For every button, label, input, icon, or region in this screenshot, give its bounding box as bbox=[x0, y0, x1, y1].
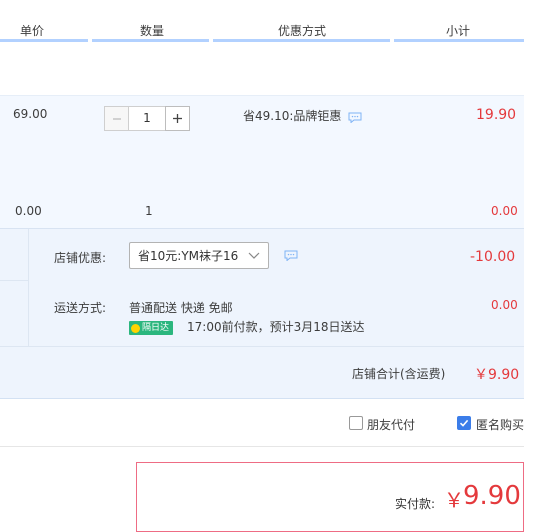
payment-currency: ￥ bbox=[444, 488, 464, 512]
message-bubble-icon[interactable] bbox=[348, 112, 362, 123]
payment-label: 实付款: bbox=[395, 497, 436, 511]
header-unit-price: 单价 bbox=[20, 24, 45, 38]
row-separator bbox=[0, 280, 28, 281]
shop-discount-amount: -10.00 bbox=[470, 249, 516, 265]
row-separator bbox=[0, 398, 524, 399]
message-bubble-icon[interactable] bbox=[284, 250, 298, 261]
lightning-icon bbox=[131, 323, 140, 333]
quantity-stepper: 1 bbox=[104, 106, 190, 131]
anonymous-checkbox[interactable] bbox=[457, 416, 471, 430]
decrease-button[interactable] bbox=[104, 106, 129, 131]
sub-item-subtotal: 0.00 bbox=[491, 204, 518, 218]
row-separator bbox=[0, 346, 28, 347]
row-separator bbox=[28, 346, 524, 347]
header-divider bbox=[0, 39, 88, 42]
item-unit-price: 69.00 bbox=[13, 107, 48, 121]
shipping-fee: 0.00 bbox=[491, 298, 518, 312]
shipping-method: 普通配送 快递 免邮 bbox=[129, 301, 233, 315]
column-divider bbox=[28, 229, 29, 347]
item-discount-text: 省49.10:品牌钜惠 bbox=[243, 109, 342, 123]
chevron-down-icon bbox=[248, 252, 260, 259]
delivery-note: 17:00前付款，预计3月18日送达 bbox=[187, 320, 365, 334]
minus-icon bbox=[112, 117, 121, 120]
next-day-badge: 隔日达 bbox=[129, 321, 174, 335]
shop-total-label: 店铺合计(含运费) bbox=[352, 367, 446, 381]
header-divider bbox=[213, 39, 390, 42]
shop-total-amount: ￥9.90 bbox=[474, 367, 520, 383]
shop-discount-select[interactable]: 省10元:YM袜子16 bbox=[129, 242, 269, 269]
sub-item-unit-price: 0.00 bbox=[15, 204, 42, 218]
row-separator bbox=[0, 446, 524, 447]
payment-amount: 9.90 bbox=[463, 481, 521, 511]
header-divider bbox=[394, 39, 524, 42]
sub-item-quantity: 1 bbox=[145, 204, 153, 218]
friend-pay-checkbox[interactable] bbox=[349, 416, 363, 430]
badge-text: 隔日达 bbox=[142, 323, 170, 333]
item-subtotal: 19.90 bbox=[476, 107, 517, 123]
anonymous-label[interactable]: 匿名购买 bbox=[476, 416, 524, 433]
friend-pay-label[interactable]: 朋友代付 bbox=[367, 416, 415, 433]
header-quantity: 数量 bbox=[140, 24, 165, 38]
increase-button[interactable] bbox=[165, 106, 190, 131]
row-separator bbox=[0, 95, 524, 96]
shop-discount-label: 店铺优惠: bbox=[54, 251, 107, 265]
quantity-input[interactable]: 1 bbox=[129, 106, 165, 131]
shipping-label: 运送方式: bbox=[54, 301, 107, 315]
shop-discount-selected: 省10元:YM袜子16 bbox=[138, 249, 239, 263]
header-divider bbox=[92, 39, 209, 42]
header-subtotal: 小计 bbox=[446, 24, 471, 38]
row-separator bbox=[0, 228, 524, 229]
plus-icon bbox=[173, 114, 182, 123]
header-discount: 优惠方式 bbox=[278, 24, 327, 38]
checkmark-icon bbox=[459, 419, 469, 427]
